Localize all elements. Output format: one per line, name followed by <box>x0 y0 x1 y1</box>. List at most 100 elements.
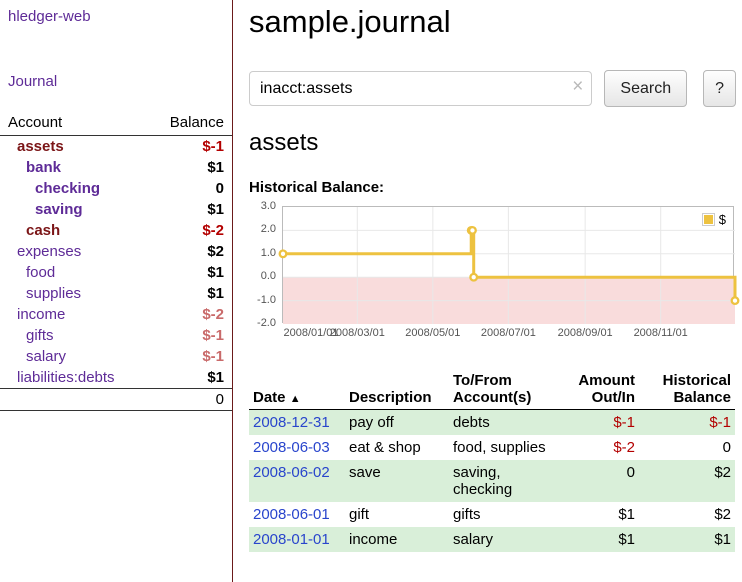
transaction-accounts: saving, checking <box>449 460 561 502</box>
account-link[interactable]: assets <box>0 136 147 158</box>
main-content: sample.journal × Search ? assets Histori… <box>233 0 742 582</box>
account-link[interactable]: salary <box>0 346 147 367</box>
search-input[interactable] <box>249 71 592 106</box>
account-link[interactable]: bank <box>0 157 147 178</box>
account-row: expenses $2 <box>0 241 232 262</box>
account-row: liabilities:debts $1 <box>0 367 232 389</box>
legend-label: $ <box>719 212 726 227</box>
transaction-date-link[interactable]: 2008-06-01 <box>253 506 330 523</box>
transaction-amount: $-1 <box>561 410 639 436</box>
account-row: saving $1 <box>0 199 232 220</box>
account-balance: $1 <box>147 367 232 389</box>
x-tick-label: 2008/03/01 <box>325 327 389 339</box>
transaction-date-link[interactable]: 2008-06-03 <box>253 439 330 456</box>
account-row: income $-2 <box>0 304 232 325</box>
accounts-table: Account Balance assets $-1 bank $1 check… <box>0 112 232 411</box>
app-title-link[interactable]: hledger-web <box>0 8 232 25</box>
register-col-date-label: Date <box>253 389 286 406</box>
transaction-date-cell: 2008-01-01 <box>249 527 345 552</box>
transaction-date-cell: 2008-06-01 <box>249 502 345 527</box>
x-tick-label: 2008/07/01 <box>476 327 540 339</box>
x-axis-labels: 2008/01/012008/03/012008/05/012008/07/01… <box>283 327 735 342</box>
register-col-balance: Historical Balance <box>639 370 735 410</box>
account-row: supplies $1 <box>0 283 232 304</box>
transaction-description: eat & shop <box>345 435 449 460</box>
x-tick-label: 2008/11/01 <box>629 327 693 339</box>
historical-balance-chart[interactable]: 3.02.01.00.0-1.0-2.0 $ 2008/01/012008/03… <box>249 206 736 346</box>
series-swatch-icon <box>702 213 715 226</box>
account-row: cash $-2 <box>0 220 232 241</box>
transaction-date-cell: 2008-06-03 <box>249 435 345 460</box>
register-header-row: Date ▲ Description To/From Account(s) Am… <box>249 370 735 410</box>
transaction-date-cell: 2008-12-31 <box>249 410 345 436</box>
register-col-accounts: To/From Account(s) <box>449 370 561 410</box>
account-row: assets $-1 <box>0 136 232 158</box>
account-balance: 0 <box>147 178 232 199</box>
help-button[interactable]: ? <box>703 70 736 107</box>
account-link[interactable]: income <box>0 304 147 325</box>
transaction-balance: $2 <box>639 460 735 502</box>
account-row: food $1 <box>0 262 232 283</box>
accounts-total-spacer <box>0 389 147 411</box>
accounts-total-row: 0 <box>0 389 232 411</box>
y-axis-labels: 3.02.01.00.0-1.0-2.0 <box>249 206 276 323</box>
register-col-date[interactable]: Date ▲ <box>249 370 345 410</box>
account-link[interactable]: supplies <box>0 283 147 304</box>
clear-search-icon[interactable]: × <box>572 76 583 98</box>
y-tick-label: 1.0 <box>249 247 276 259</box>
account-balance: $2 <box>147 241 232 262</box>
account-link[interactable]: gifts <box>0 325 147 346</box>
x-tick-label: 2008/05/01 <box>401 327 465 339</box>
account-balance: $1 <box>147 157 232 178</box>
accounts-total-value: 0 <box>147 389 232 411</box>
transaction-description: save <box>345 460 449 502</box>
transaction-row: 2008-06-02 save saving, checking 0 $2 <box>249 460 735 502</box>
account-row: bank $1 <box>0 157 232 178</box>
transaction-description: income <box>345 527 449 552</box>
account-link[interactable]: liabilities:debts <box>0 367 147 389</box>
accounts-col-account: Account <box>0 112 147 136</box>
search-row: × Search ? <box>249 70 736 107</box>
y-tick-label: 0.0 <box>249 270 276 282</box>
account-balance: $-1 <box>147 325 232 346</box>
account-balance: $-1 <box>147 136 232 158</box>
transaction-date-link[interactable]: 2008-12-31 <box>253 414 330 431</box>
search-button[interactable]: Search <box>604 70 687 107</box>
register-col-description: Description <box>345 370 449 410</box>
search-box: × <box>249 71 592 106</box>
transaction-date-link[interactable]: 2008-01-01 <box>253 531 330 548</box>
account-balance: $1 <box>147 283 232 304</box>
account-link[interactable]: expenses <box>0 241 147 262</box>
plot-area[interactable]: $ <box>282 206 734 323</box>
sidebar: hledger-web Journal Account Balance asse… <box>0 0 233 582</box>
transaction-amount: $-2 <box>561 435 639 460</box>
account-link[interactable]: checking <box>0 178 147 199</box>
transaction-date-link[interactable]: 2008-06-02 <box>253 464 330 481</box>
page-title: sample.journal <box>249 4 736 40</box>
sort-ascending-icon: ▲ <box>290 393 301 405</box>
account-link[interactable]: food <box>0 262 147 283</box>
transaction-accounts: food, supplies <box>449 435 561 460</box>
transaction-description: pay off <box>345 410 449 436</box>
account-balance: $-2 <box>147 220 232 241</box>
transaction-row: 2008-01-01 income salary $1 $1 <box>249 527 735 552</box>
account-link[interactable]: cash <box>0 220 147 241</box>
accounts-col-balance: Balance <box>147 112 232 136</box>
y-tick-label: -2.0 <box>249 317 276 329</box>
register-col-amount: Amount Out/In <box>561 370 639 410</box>
register-table: Date ▲ Description To/From Account(s) Am… <box>249 370 735 552</box>
transaction-amount: 0 <box>561 460 639 502</box>
account-heading: assets <box>249 129 736 157</box>
transaction-accounts: gifts <box>449 502 561 527</box>
y-tick-label: 2.0 <box>249 223 276 235</box>
transaction-balance: $-1 <box>639 410 735 436</box>
chart-legend: $ <box>699 211 729 228</box>
transaction-amount: $1 <box>561 502 639 527</box>
accounts-header-row: Account Balance <box>0 112 232 136</box>
transaction-balance: $2 <box>639 502 735 527</box>
account-balance: $-2 <box>147 304 232 325</box>
journal-link[interactable]: Journal <box>0 73 232 90</box>
account-link[interactable]: saving <box>0 199 147 220</box>
transaction-row: 2008-06-01 gift gifts $1 $2 <box>249 502 735 527</box>
transaction-balance: 0 <box>639 435 735 460</box>
